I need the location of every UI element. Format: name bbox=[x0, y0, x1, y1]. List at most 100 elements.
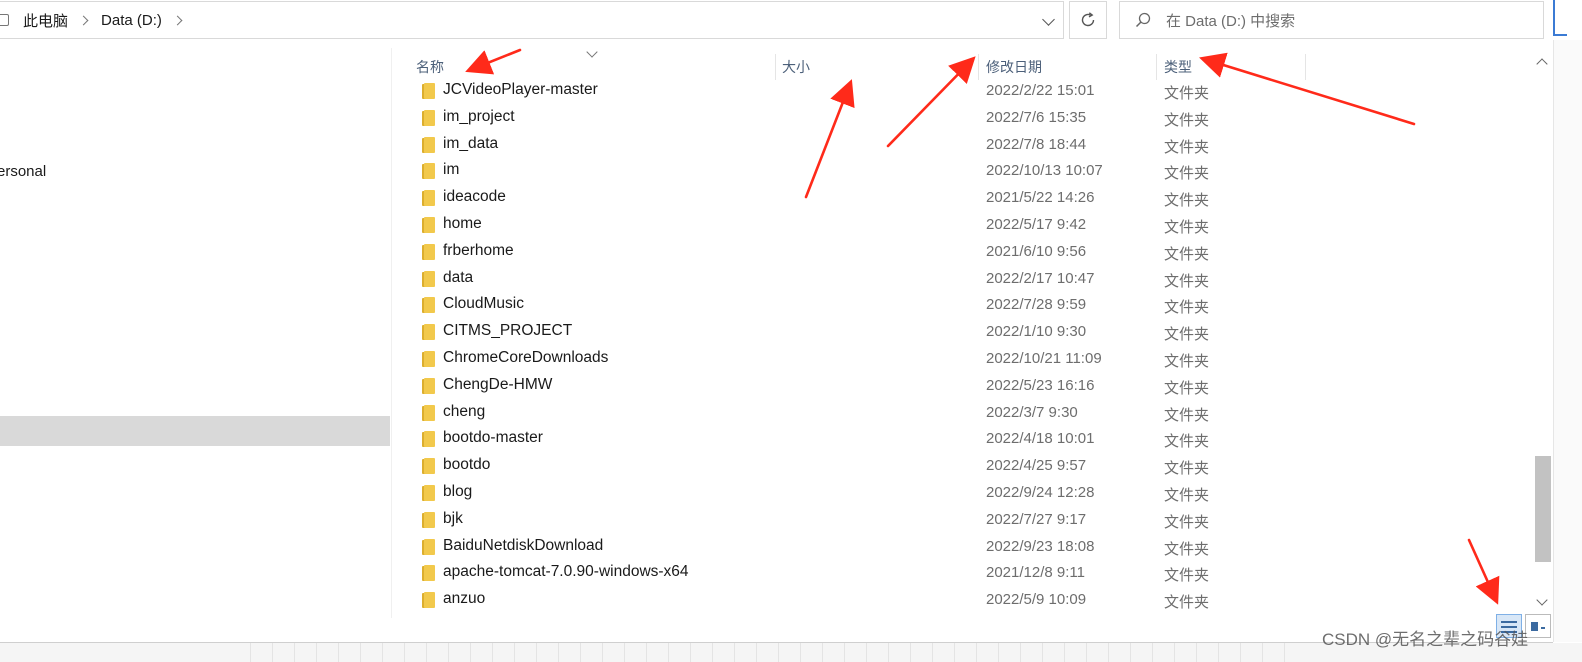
file-row[interactable]: CITMS_PROJECT 2022/1/10 9:30 文件夹 bbox=[392, 319, 1532, 346]
vertical-scrollbar[interactable] bbox=[1533, 48, 1553, 614]
breadcrumb-separator-icon[interactable] bbox=[172, 15, 183, 25]
file-name[interactable]: frberhome bbox=[443, 242, 514, 260]
file-date-modified: 2022/10/21 11:09 bbox=[986, 349, 1102, 367]
search-input[interactable]: 在 Data (D:) 中搜索 bbox=[1166, 10, 1295, 31]
file-row[interactable]: im_data 2022/7/8 18:44 文件夹 bbox=[392, 132, 1532, 159]
address-history-chevron-icon[interactable] bbox=[1042, 13, 1055, 26]
file-date-modified: 2022/7/28 9:59 bbox=[986, 296, 1087, 314]
folder-icon bbox=[422, 592, 435, 609]
folder-icon bbox=[422, 350, 435, 367]
folder-icon bbox=[422, 270, 435, 287]
folder-icon bbox=[422, 431, 435, 448]
file-list: JCVideoPlayer-master 2022/2/22 15:01 文件夹… bbox=[392, 78, 1532, 614]
file-row[interactable]: ChengDe-HMW 2022/5/23 16:16 文件夹 bbox=[392, 373, 1532, 400]
file-name[interactable]: home bbox=[443, 215, 482, 233]
column-header-size[interactable]: 大小 bbox=[782, 54, 810, 80]
file-date-modified: 2022/4/25 9:57 bbox=[986, 457, 1087, 475]
file-row[interactable]: bootdo 2022/4/25 9:57 文件夹 bbox=[392, 453, 1532, 480]
file-name[interactable]: anzuo bbox=[443, 590, 485, 608]
file-name[interactable]: im bbox=[443, 161, 459, 179]
file-name[interactable]: JCVideoPlayer-master bbox=[443, 81, 598, 99]
file-date-modified: 2022/3/7 9:30 bbox=[986, 403, 1078, 421]
breadcrumb-this-pc[interactable]: 此电脑 bbox=[23, 10, 68, 31]
column-header-row: 名称 大小 修改日期 类型 bbox=[392, 54, 1532, 80]
file-name[interactable]: bootdo-master bbox=[443, 429, 543, 447]
file-date-modified: 2022/7/8 18:44 bbox=[986, 135, 1087, 153]
breadcrumb-data-drive[interactable]: Data (D:) bbox=[101, 12, 162, 29]
folder-icon bbox=[422, 484, 435, 501]
file-row[interactable]: apache-tomcat-7.0.90-windows-x64 2021/12… bbox=[392, 560, 1532, 587]
scroll-down-icon[interactable] bbox=[1536, 594, 1548, 606]
folder-icon bbox=[422, 163, 435, 180]
search-box[interactable]: 在 Data (D:) 中搜索 bbox=[1119, 1, 1544, 39]
file-type: 文件夹 bbox=[1164, 486, 1210, 504]
file-name[interactable]: bjk bbox=[443, 510, 463, 528]
file-type: 文件夹 bbox=[1164, 379, 1210, 397]
file-type: 文件夹 bbox=[1164, 85, 1210, 102]
file-date-modified: 2021/6/10 9:56 bbox=[986, 242, 1087, 260]
file-type: 文件夹 bbox=[1164, 245, 1210, 263]
file-date-modified: 2022/10/13 10:07 bbox=[986, 162, 1103, 180]
file-name[interactable]: blog bbox=[443, 483, 472, 501]
file-type: 文件夹 bbox=[1164, 513, 1210, 531]
file-name[interactable]: CITMS_PROJECT bbox=[443, 322, 572, 340]
breadcrumb-separator-icon[interactable] bbox=[78, 15, 89, 25]
file-row[interactable]: anzuo 2022/5/9 10:09 文件夹 bbox=[392, 587, 1532, 614]
file-row[interactable]: home 2022/5/17 9:42 文件夹 bbox=[392, 212, 1532, 239]
file-date-modified: 2022/5/9 10:09 bbox=[986, 591, 1087, 609]
file-row[interactable]: im_project 2022/7/6 15:35 文件夹 bbox=[392, 105, 1532, 132]
file-name[interactable]: ideacode bbox=[443, 188, 506, 206]
file-date-modified: 2021/12/8 9:11 bbox=[986, 564, 1085, 582]
column-divider[interactable] bbox=[1156, 54, 1157, 80]
file-row[interactable]: data 2022/2/17 10:47 文件夹 bbox=[392, 266, 1532, 293]
column-divider[interactable] bbox=[978, 54, 979, 80]
refresh-button[interactable] bbox=[1069, 1, 1107, 39]
column-divider[interactable] bbox=[775, 54, 776, 80]
file-name[interactable]: apache-tomcat-7.0.90-windows-x64 bbox=[443, 563, 689, 581]
file-type: 文件夹 bbox=[1164, 433, 1210, 451]
file-date-modified: 2022/5/23 16:16 bbox=[986, 376, 1095, 394]
nav-item-selected[interactable] bbox=[0, 416, 390, 446]
file-row[interactable]: frberhome 2021/6/10 9:56 文件夹 bbox=[392, 239, 1532, 266]
file-row[interactable]: cheng 2022/3/7 9:30 文件夹 bbox=[392, 400, 1532, 427]
column-header-type[interactable]: 类型 bbox=[1164, 54, 1192, 80]
nav-item-personal[interactable]: ersonal bbox=[0, 163, 46, 180]
file-row[interactable]: im 2022/10/13 10:07 文件夹 bbox=[392, 158, 1532, 185]
file-row[interactable]: BaiduNetdiskDownload 2022/9/23 18:08 文件夹 bbox=[392, 534, 1532, 561]
file-name[interactable]: data bbox=[443, 269, 473, 287]
large-icons-view-button[interactable] bbox=[1525, 614, 1551, 638]
file-row[interactable]: bjk 2022/7/27 9:17 文件夹 bbox=[392, 507, 1532, 534]
file-row[interactable]: ChromeCoreDownloads 2022/10/21 11:09 文件夹 bbox=[392, 346, 1532, 373]
scroll-up-icon[interactable] bbox=[1536, 58, 1548, 70]
file-date-modified: 2022/1/10 9:30 bbox=[986, 323, 1087, 341]
window-edge bbox=[1553, 0, 1567, 36]
column-divider[interactable] bbox=[1305, 54, 1306, 80]
folder-icon bbox=[422, 136, 435, 153]
folder-icon bbox=[422, 511, 435, 528]
computer-icon bbox=[0, 14, 9, 26]
file-name[interactable]: im_project bbox=[443, 108, 515, 126]
file-row[interactable]: CloudMusic 2022/7/28 9:59 文件夹 bbox=[392, 292, 1532, 319]
file-name[interactable]: BaiduNetdiskDownload bbox=[443, 537, 603, 555]
file-name[interactable]: CloudMusic bbox=[443, 295, 524, 313]
scroll-thumb[interactable] bbox=[1535, 456, 1551, 562]
file-name[interactable]: ChromeCoreDownloads bbox=[443, 349, 608, 367]
file-name[interactable]: ChengDe-HMW bbox=[443, 376, 552, 394]
file-row[interactable]: ideacode 2021/5/22 14:26 文件夹 bbox=[392, 185, 1532, 212]
column-header-name[interactable]: 名称 bbox=[416, 54, 444, 80]
file-name[interactable]: im_data bbox=[443, 135, 498, 153]
file-name[interactable]: bootdo bbox=[443, 456, 490, 474]
file-type: 文件夹 bbox=[1164, 406, 1210, 424]
file-date-modified: 2022/9/23 18:08 bbox=[986, 537, 1095, 555]
navigation-pane[interactable]: ersonal bbox=[0, 48, 392, 642]
background-grid bbox=[250, 643, 1290, 662]
file-row[interactable]: JCVideoPlayer-master 2022/2/22 15:01 文件夹 bbox=[392, 78, 1532, 105]
file-date-modified: 2021/5/22 14:26 bbox=[986, 189, 1095, 207]
file-row[interactable]: blog 2022/9/24 12:28 文件夹 bbox=[392, 480, 1532, 507]
file-name[interactable]: cheng bbox=[443, 403, 485, 421]
column-header-date[interactable]: 修改日期 bbox=[986, 54, 1042, 80]
address-bar[interactable]: 此电脑 Data (D:) bbox=[0, 1, 1064, 39]
folder-icon bbox=[422, 297, 435, 314]
file-row[interactable]: bootdo-master 2022/4/18 10:01 文件夹 bbox=[392, 426, 1532, 453]
folder-icon bbox=[422, 190, 435, 207]
